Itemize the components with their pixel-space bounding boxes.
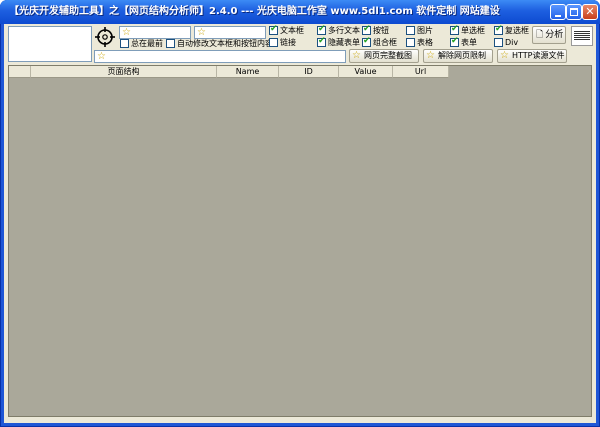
maximize-button[interactable] — [566, 4, 582, 20]
target-picker-button[interactable] — [94, 26, 116, 48]
remove-limit-button[interactable]: ☆ 解除网页限制 — [423, 49, 493, 63]
logo-image — [571, 26, 593, 46]
checkbox-label: 图片 — [417, 26, 433, 35]
column-header-value[interactable]: Value — [339, 66, 393, 78]
filter-div[interactable]: Div — [494, 38, 518, 49]
filter-link[interactable]: 链接 — [269, 38, 296, 49]
checkbox-label: 复选框 — [505, 26, 529, 35]
client-area: ☆ ☆ ☆ 总在最前 自动修改文本框和按钮内容 文本框 多行文本 按钮 图片 单… — [4, 24, 596, 423]
checkbox-box — [269, 24, 278, 35]
structure-grid[interactable]: 页面结构 Name ID Value Url — [8, 65, 592, 417]
analyze-button[interactable]: 🗋 分析 — [532, 26, 566, 44]
checkbox-label: Div — [505, 38, 519, 47]
checkbox-label: 自动修改文本框和按钮内容 — [177, 39, 273, 48]
url-input[interactable] — [8, 26, 92, 62]
star-icon: ☆ — [97, 51, 106, 62]
filter-image[interactable]: 图片 — [406, 26, 433, 37]
column-header-structure[interactable]: 页面结构 — [31, 66, 217, 78]
checkbox-box — [317, 36, 326, 47]
checkbox-label: 按钮 — [373, 26, 389, 35]
grid-header: 页面结构 Name ID Value Url — [9, 66, 449, 78]
column-header-select[interactable] — [9, 66, 31, 78]
checkbox-label: 文本框 — [280, 26, 304, 35]
logo-stripes — [574, 31, 590, 41]
document-icon: 🗋 — [536, 30, 544, 40]
checkbox-label: 表单 — [461, 38, 477, 47]
checkbox-box — [269, 38, 278, 47]
checkbox-box — [450, 36, 459, 47]
star-icon: ☆ — [122, 27, 131, 38]
maximize-icon — [570, 8, 578, 16]
checkbox-label: 多行文本 — [328, 26, 360, 35]
close-icon: ✕ — [585, 5, 595, 18]
close-button[interactable]: ✕ — [582, 4, 598, 20]
filter-form[interactable]: 表单 — [450, 36, 477, 49]
checkbox-box — [317, 24, 326, 35]
crosshair-icon — [95, 27, 115, 47]
checkbox-box — [120, 39, 129, 48]
filter-table[interactable]: 表格 — [406, 38, 433, 49]
checkbox-box — [362, 36, 371, 47]
minimize-button[interactable] — [550, 4, 566, 20]
checkbox-box — [406, 38, 415, 47]
checkbox-label: 表格 — [417, 38, 433, 47]
checkbox-box — [166, 39, 175, 48]
star-icon: ☆ — [197, 27, 206, 38]
filter-combobox[interactable]: 组合框 — [362, 36, 397, 49]
analyze-label: 分析 — [545, 30, 564, 40]
auto-modify-checkbox[interactable]: 自动修改文本框和按钮内容 — [166, 39, 273, 50]
column-header-name[interactable]: Name — [217, 66, 279, 78]
checkbox-box — [406, 26, 415, 35]
star-icon: ☆ — [352, 50, 361, 61]
filter-hidden-form[interactable]: 隐藏表单 — [317, 36, 360, 49]
checkbox-label: 链接 — [280, 38, 296, 47]
filter-checkbox[interactable]: 复选框 — [494, 24, 529, 37]
checkbox-label: 隐藏表单 — [328, 38, 360, 47]
star-input-2[interactable]: ☆ — [194, 26, 266, 39]
checkbox-label: 单选框 — [461, 26, 485, 35]
star-icon: ☆ — [500, 50, 509, 61]
checkbox-box — [494, 24, 503, 35]
star-input-1[interactable]: ☆ — [119, 26, 191, 39]
checkbox-box — [362, 24, 371, 35]
button-label: HTTP读源文件 — [511, 51, 565, 60]
window-title: 【光庆开发辅助工具】之【网页结构分析师】2.4.0 --- 光庆电脑工作室 ww… — [9, 6, 500, 17]
star-icon: ☆ — [426, 50, 435, 61]
button-label: 解除网页限制 — [437, 51, 486, 60]
checkbox-box — [450, 24, 459, 35]
app-window: 【光庆开发辅助工具】之【网页结构分析师】2.4.0 --- 光庆电脑工作室 ww… — [0, 0, 600, 427]
checkbox-label: 总在最前 — [131, 39, 163, 48]
title-bar[interactable]: 【光庆开发辅助工具】之【网页结构分析师】2.4.0 --- 光庆电脑工作室 ww… — [0, 0, 600, 24]
button-label: 网页完整截图 — [363, 51, 412, 60]
star-input-3[interactable]: ☆ — [94, 50, 346, 63]
column-header-url[interactable]: Url — [393, 66, 449, 78]
always-on-top-checkbox[interactable]: 总在最前 — [120, 39, 163, 50]
minimize-icon — [555, 15, 561, 17]
filter-textbox[interactable]: 文本框 — [269, 24, 304, 37]
checkbox-label: 组合框 — [373, 38, 397, 47]
full-screenshot-button[interactable]: ☆ 网页完整截图 — [349, 49, 419, 63]
http-read-button[interactable]: ☆ HTTP读源文件 — [497, 49, 567, 63]
checkbox-box — [494, 38, 503, 47]
column-header-id[interactable]: ID — [279, 66, 339, 78]
